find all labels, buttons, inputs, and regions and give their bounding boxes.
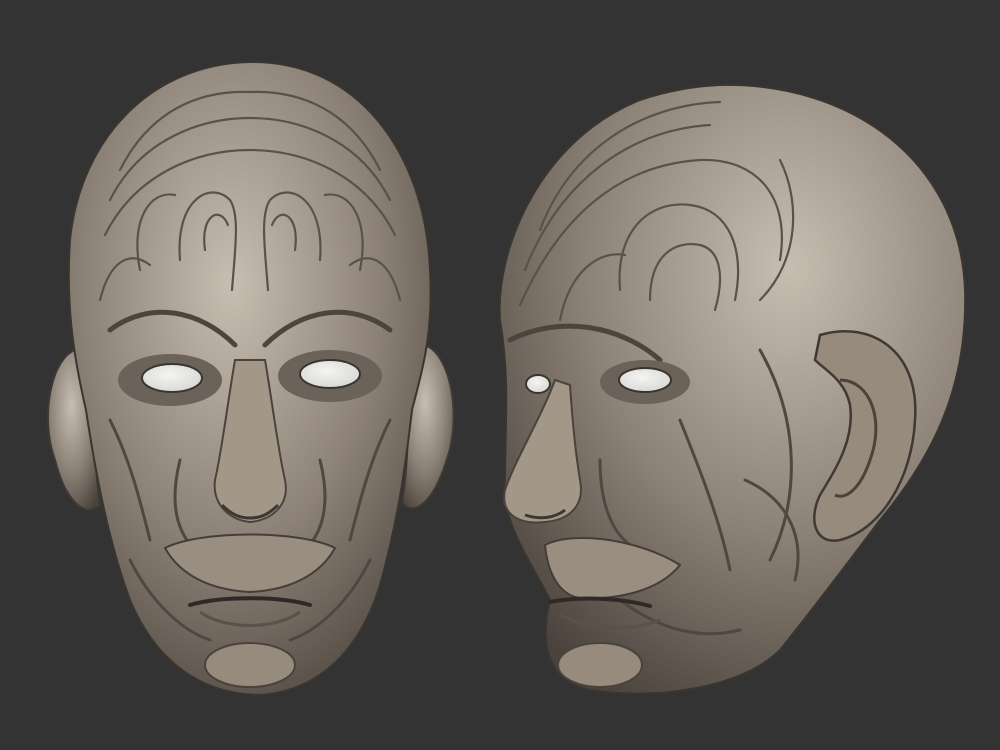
chin [204, 642, 296, 688]
far-eye [525, 374, 551, 394]
render-viewport [0, 0, 1000, 750]
sculpt-render [0, 0, 1000, 750]
right-eye [299, 359, 361, 389]
chin [557, 642, 643, 688]
left-eye [141, 363, 203, 393]
near-eye [618, 367, 672, 393]
